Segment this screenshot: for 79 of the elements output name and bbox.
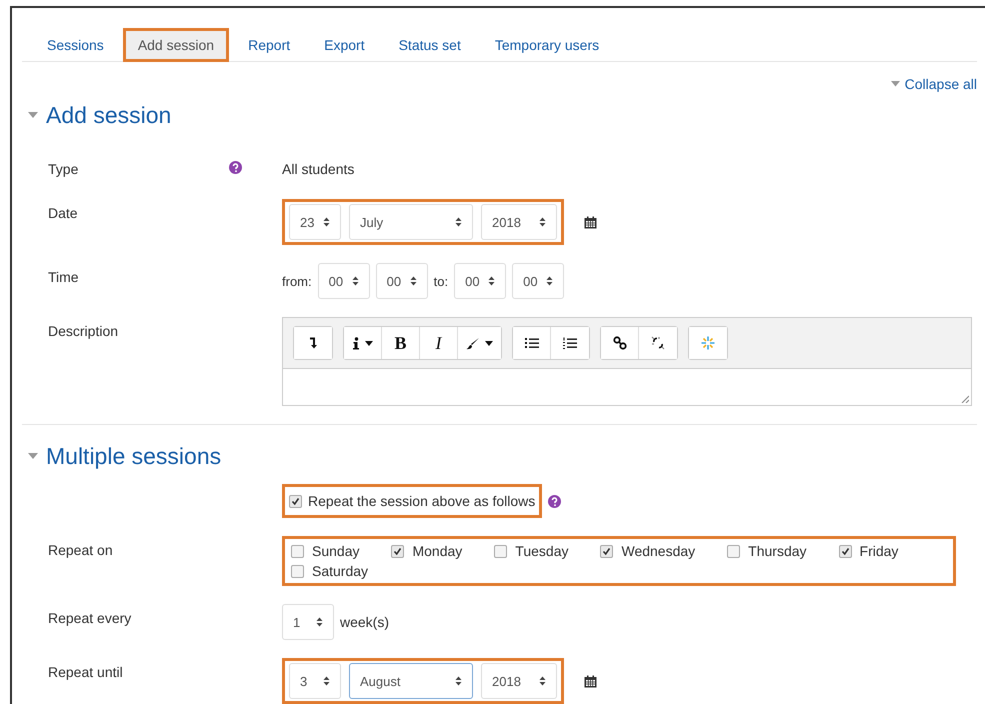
checkbox-label: Thursday [748,543,807,559]
caret-icon [410,276,417,286]
checkbox[interactable] [391,544,404,558]
select-field[interactable]: 23 [289,204,341,240]
field-value: All students [282,161,354,177]
indent-button[interactable] [294,327,332,359]
tab[interactable]: Sessions [32,28,119,62]
section-heading[interactable]: Add session [46,102,172,129]
calendar-icon[interactable] [584,216,597,228]
checkbox-label: Monday [412,543,462,559]
from-label: from: [282,274,312,288]
caret-icon [323,676,330,686]
checkbox[interactable] [838,544,852,558]
tab[interactable]: Export [309,28,380,62]
select-field[interactable]: August [349,663,473,699]
arrow-down-icon [309,337,317,349]
text-editor[interactable]: B I [282,317,972,406]
help-icon[interactable] [548,494,562,508]
checkbox-label: Tuesday [515,543,568,559]
caret-icon [316,617,323,627]
select-field[interactable]: 00 [318,263,370,299]
section-heading[interactable]: Multiple sessions [46,443,222,470]
select-field[interactable]: 00 [454,263,506,299]
bullet-list-icon [524,337,538,349]
info-icon [352,336,360,350]
select-field[interactable]: July [349,204,473,240]
field-label: Repeat until [48,664,123,680]
unit-label: week(s) [340,614,390,630]
collapse-triangle-icon[interactable] [28,453,38,460]
select-field[interactable]: 2018 [481,204,557,240]
checkbox[interactable] [727,544,740,558]
checkbox[interactable] [291,564,304,578]
select-field[interactable]: 2018 [481,663,557,699]
numbered-list-icon [563,336,577,350]
checkbox-label: Repeat the session above as follows [308,493,536,509]
help-icon[interactable] [229,161,242,174]
checkbox-label: Wednesday [621,543,696,559]
to-label: to: [434,274,448,288]
calendar-icon[interactable] [584,674,597,688]
select-field[interactable]: 00 [376,263,428,299]
select-field[interactable]: 00 [512,263,564,299]
collapse-triangle-icon[interactable] [28,112,38,119]
field-label: Repeat on [48,542,113,558]
tab[interactable]: Status set [384,28,476,62]
checkbox[interactable] [600,544,614,558]
field-label: Type [48,161,78,177]
collapse-all-link[interactable]: Collapse all [890,76,977,92]
field-label: Description [48,323,118,339]
select-field[interactable]: 1 [282,604,334,640]
field-label: Repeat every [48,610,132,626]
caret-icon [546,276,554,286]
caret-icon [323,217,330,227]
field-label: Date [48,205,78,221]
checkbox[interactable] [494,544,508,558]
checkbox-label: Sunday [312,543,360,559]
checkbox[interactable] [289,494,302,508]
caret-icon [539,217,546,227]
caret-icon [352,276,359,286]
tab[interactable]: Temporary users [480,28,614,62]
resize-grip-icon[interactable] [961,395,969,403]
field-label: Time [48,269,79,285]
checkbox[interactable] [291,544,304,558]
caret-icon [455,676,462,686]
brush-icon [466,336,480,350]
triangle-icon [890,81,900,87]
caret-icon [455,217,462,227]
tab[interactable]: Report [233,28,306,62]
checkbox-label: Saturday [312,563,368,579]
info-button[interactable] [344,327,382,359]
caret-icon [488,276,496,286]
checkbox-label: Friday [860,543,898,559]
link-button[interactable] [601,327,639,359]
tab[interactable]: Add session [122,28,230,62]
sparkle-icon [701,336,715,350]
unlink-icon [651,336,665,350]
bullets-button[interactable] [513,327,551,359]
select-field[interactable]: 3 [289,663,341,699]
caret-icon [539,676,546,686]
link-icon [612,336,626,350]
